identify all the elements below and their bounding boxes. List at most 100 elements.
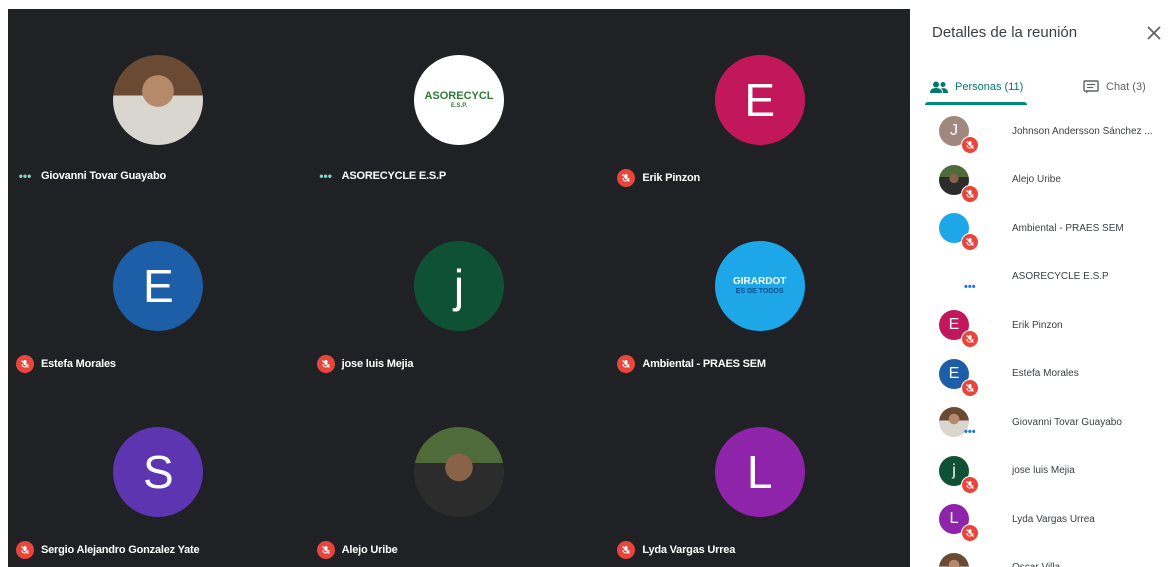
participant-name-tag: Sergio Alejandro Gonzalez Yate [16,541,200,559]
participant-name: Giovanni Tovar Guayabo [41,170,166,182]
participant-list-name: ASORECYCLE E.S.P [1012,271,1109,283]
participant-list-item[interactable]: Ambiental - PRAES SEM [912,204,1175,253]
tab-chat[interactable]: Chat (3) [1083,68,1146,106]
participant-name: Ambiental - PRAES SEM [642,358,766,370]
participant-list-name: Oscar Villa [1012,562,1060,567]
participant-name-tag: Erik Pinzon [617,169,700,187]
meeting-details-panel: Detalles de la reunión Personas (11) Cha… [912,0,1175,567]
participant-name: ASORECYCLE E.S.P [341,170,447,182]
mic-off-icon [622,546,631,554]
mic-off-indicator [961,184,979,203]
participant-list: J Johnson Andersson Sánchez ... Alejo Urib… [912,107,1175,567]
participant-name: Alejo Uribe [341,544,398,556]
mic-off-indicator [617,355,636,373]
participant-tile[interactable]: S Sergio Alejandro Gonzalez Yate [8,381,309,567]
participant-name: Lyda Vargas Urrea [642,544,736,556]
participant-tile[interactable]: E Estefa Morales [8,195,309,381]
mic-off-indicator [961,233,979,251]
participant-tile[interactable]: E Erik Pinzon [609,9,910,195]
participant-list-name: Alejo Uribe [1012,174,1061,186]
tab-chat-label: Chat (3) [1106,81,1146,93]
tab-people-label: Personas (11) [955,81,1024,93]
video-stage: ••• Giovanni Tovar Guayabo ASORECYCL E.S.P.… [0,0,912,567]
participant-list-item[interactable]: J Johnson Andersson Sánchez ... [912,107,1175,156]
participant-name-tag: ••• Giovanni Tovar Guayabo [16,169,166,183]
participant-name-tag: Estefa Morales [16,355,116,373]
avatar: E [714,55,805,145]
mic-off-indicator [617,541,636,559]
panel-title: Detalles de la reunión [932,24,1078,41]
mic-off-indicator [961,378,979,397]
mic-off-icon [966,529,974,537]
audio-activity-icon: ••• [964,426,976,438]
avatar-photo [113,55,204,145]
participant-name-tag: jose luis Mejia [316,355,414,373]
participant-tile[interactable]: ASORECYCL E.S.P. ••• ASORECYCLE E.S.P [309,9,610,195]
participant-tile[interactable]: GIRARDOT ES DE TODOS Ambiental - PRAES SEM [609,195,910,381]
chat-icon [1083,80,1099,94]
participant-list-name: Estefa Morales [1012,368,1079,380]
participant-list-item[interactable]: E Erik Pinzon [912,301,1175,350]
mic-off-icon [622,360,631,368]
participant-list-name: Ambiental - PRAES SEM [1012,222,1124,234]
participant-name: Sergio Alejandro Gonzalez Yate [41,544,200,556]
tab-people[interactable]: Personas (11) [925,68,1027,106]
participant-name: Estefa Morales [41,358,116,370]
mic-off-icon [966,480,974,489]
avatar-logo: ASORECYCL E.S.P. [413,55,504,145]
participant-name-tag: Alejo Uribe [316,541,398,559]
participant-list-item[interactable]: Alejo Uribe [912,156,1175,205]
participant-list-item[interactable]: Oscar Villa [912,544,1175,567]
avatar: j [413,241,504,331]
mic-off-icon [321,546,330,554]
avatar-photo [413,427,504,517]
participant-name-tag: Lyda Vargas Urrea [617,541,735,559]
participant-list-item[interactable]: ••• ASORECYCLE E.S.P [912,253,1175,302]
avatar: S [113,427,204,517]
close-panel-button[interactable] [1141,20,1167,46]
participant-list-name: jose luis Mejia [1012,465,1075,477]
close-icon [1147,26,1161,40]
mic-off-indicator [16,541,34,559]
participant-list-name: Giovanni Tovar Guayabo [1012,416,1122,428]
participant-name-tag: Ambiental - PRAES SEM [617,355,766,373]
mic-off-icon [966,189,974,198]
audio-activity-icon: ••• [964,280,976,293]
mic-off-icon [966,335,974,343]
participant-list-name: Lyda Vargas Urrea [1012,513,1095,525]
avatar-logo: GIRARDOT ES DE TODOS [714,241,805,331]
participant-list-item[interactable]: j jose luis Mejia [912,447,1175,496]
participant-tile[interactable]: j jose luis Mejia [309,195,610,381]
participant-list-item[interactable]: ••• Giovanni Tovar Guayabo [912,398,1175,447]
participant-grid: ••• Giovanni Tovar Guayabo ASORECYCL E.S.P.… [8,9,910,567]
mic-off-icon [966,383,974,392]
participant-list-name: Erik Pinzon [1012,319,1063,331]
mic-off-indicator [961,524,979,542]
mic-off-indicator [16,355,34,373]
mic-off-icon [966,141,974,149]
people-icon [930,81,948,93]
participant-name: Erik Pinzon [642,172,701,184]
mic-off-icon [622,174,631,182]
mic-off-indicator [961,330,979,348]
mic-off-indicator [316,541,335,559]
participant-list-item[interactable]: L Lyda Vargas Urrea [912,495,1175,544]
mic-off-indicator [316,355,335,373]
mic-off-icon [966,238,974,246]
mic-off-indicator [961,475,979,494]
avatar: L [714,427,805,517]
avatar: E [113,241,204,331]
participant-tile[interactable]: L Lyda Vargas Urrea [609,381,910,567]
participant-tile[interactable]: Alejo Uribe [309,381,610,567]
avatar-photo [939,552,969,567]
participant-tile[interactable]: ••• Giovanni Tovar Guayabo [8,9,309,195]
audio-activity-icon: ••• [18,169,32,183]
active-tab-indicator [925,102,1027,105]
participant-name: jose luis Mejia [341,358,414,370]
mic-off-icon [21,546,29,554]
participant-name-tag: ••• ASORECYCLE E.S.P [317,169,446,183]
mic-off-indicator [617,169,636,187]
participant-list-item[interactable]: E Estefa Morales [912,350,1175,399]
audio-activity-icon: ••• [319,169,332,183]
participant-list-name: Johnson Andersson Sánchez ... [1012,125,1153,137]
